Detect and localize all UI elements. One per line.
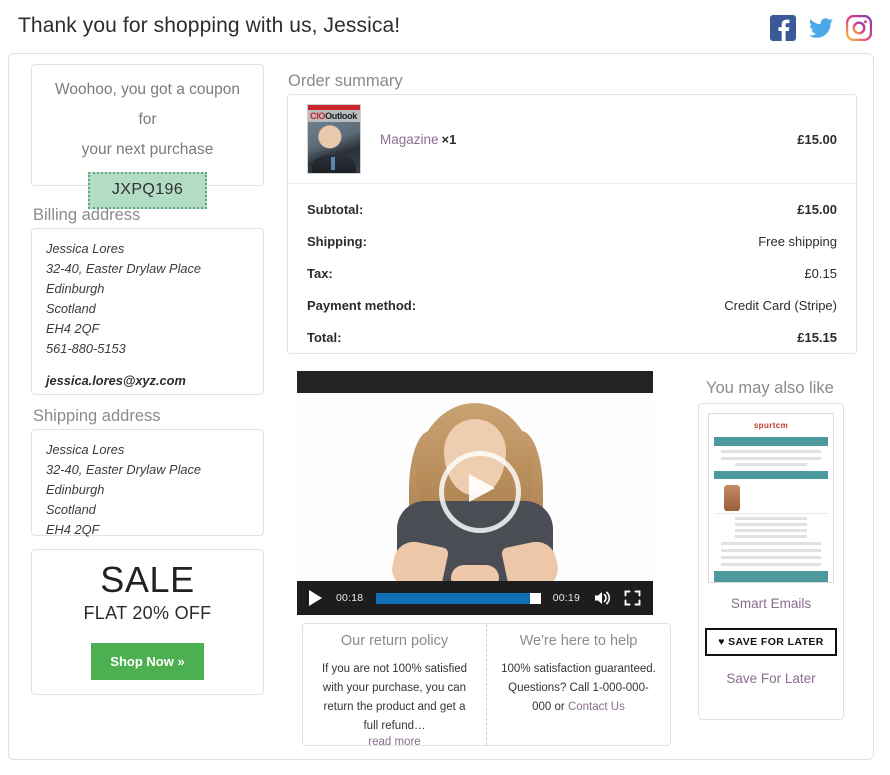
order-summary-title: Order summary xyxy=(288,72,403,90)
video-controls: 00:18 00:19 xyxy=(297,581,653,615)
summary-value: £15.15 xyxy=(797,329,837,345)
summary-label: Subtotal: xyxy=(307,201,364,217)
summary-value: £15.00 xyxy=(797,201,837,217)
you-may-also-like-title: You may also like xyxy=(706,379,834,397)
fullscreen-icon[interactable] xyxy=(624,590,641,606)
thumbnail-brand-logo: spurtcm xyxy=(753,421,789,430)
summary-row-shipping: Shipping: Free shipping xyxy=(288,225,856,257)
policy-card: Our return policy If you are not 100% sa… xyxy=(302,623,671,748)
video-progress-handle[interactable] xyxy=(529,592,541,604)
instagram-icon[interactable] xyxy=(846,15,872,41)
coupon-message-line1: Woohoo, you got a coupon for xyxy=(55,81,240,128)
receipt-page: Thank you for shopping with us, Jessica! xyxy=(0,0,890,775)
address-line: 561-880-5153 xyxy=(46,341,126,356)
billing-address-title: Billing address xyxy=(33,206,141,224)
return-policy-column: Our return policy If you are not 100% sa… xyxy=(303,624,486,748)
summary-value: Credit Card (Stripe) xyxy=(724,297,837,313)
save-for-later-button-label: SAVE FOR LATER xyxy=(728,636,824,648)
play-icon[interactable] xyxy=(309,590,322,606)
address-line: Edinburgh xyxy=(46,482,105,497)
twitter-icon[interactable] xyxy=(808,15,834,41)
help-heading: We're here to help xyxy=(519,633,638,649)
volume-icon[interactable] xyxy=(593,590,611,606)
address-line: 32-40, Easter Drylaw Place xyxy=(46,261,202,276)
social-links xyxy=(770,15,872,41)
address-line: Edinburgh xyxy=(46,281,105,296)
summary-row-total: Total: £15.15 xyxy=(288,321,856,353)
summary-row-subtotal: Subtotal: £15.00 xyxy=(288,193,856,225)
summary-row-tax: Tax: £0.15 xyxy=(288,257,856,289)
billing-email: jessica.lores@xyz.com xyxy=(46,373,186,388)
return-policy-body: If you are not 100% satisfied with your … xyxy=(321,663,468,732)
read-more-link[interactable]: read more xyxy=(317,736,472,748)
save-for-later-button[interactable]: ♥ SAVE FOR LATER xyxy=(705,628,837,656)
contact-us-link[interactable]: Contact Us xyxy=(568,701,625,713)
recommended-product-card: spurtcm Smart Emails ♥ SAVE FOR LATER Sa… xyxy=(698,403,844,720)
billing-address-card: Jessica Lores 32-40, Easter Drylaw Place… xyxy=(31,228,264,395)
video-player[interactable]: 00:18 00:19 xyxy=(297,371,653,615)
coupon-message: Woohoo, you got a coupon for your next p… xyxy=(32,65,263,165)
coupon-code[interactable]: JXPQ196 xyxy=(87,172,208,209)
video-letterbox xyxy=(297,371,653,393)
video-duration: 00:19 xyxy=(552,592,580,604)
help-column: We're here to help 100% satisfaction gua… xyxy=(486,624,670,745)
summary-row-payment-method: Payment method: Credit Card (Stripe) xyxy=(288,289,856,321)
heart-icon: ♥ xyxy=(718,636,725,648)
product-name-link[interactable]: Magazine xyxy=(380,132,439,147)
help-body: 100% satisfaction guaranteed. Questions?… xyxy=(501,660,656,717)
address-line: Jessica Lores xyxy=(46,442,125,457)
address-line: 32-40, Easter Drylaw Place xyxy=(46,462,202,477)
address-line: EH4 2QF xyxy=(46,522,100,537)
save-for-later-link[interactable]: Save For Later xyxy=(699,671,843,686)
summary-label: Tax: xyxy=(307,265,333,281)
product-quantity: ×1 xyxy=(441,131,457,147)
shop-now-button[interactable]: Shop Now » xyxy=(91,643,204,680)
video-progress-bar[interactable] xyxy=(376,592,541,604)
facebook-icon[interactable] xyxy=(770,15,796,41)
sale-promo-card: SALE FLAT 20% OFF Shop Now » xyxy=(31,549,264,695)
video-frame xyxy=(297,393,653,581)
return-policy-heading: Our return policy xyxy=(340,633,449,649)
video-current-time: 00:18 xyxy=(336,592,364,604)
order-summary-card: CIOOutlook Magazine ×1 £15.00 Subtotal: … xyxy=(287,94,857,354)
page-header: Thank you for shopping with us, Jessica! xyxy=(18,14,872,52)
sale-subline: FLAT 20% OFF xyxy=(83,603,212,623)
address-line: Jessica Lores xyxy=(46,241,125,256)
product-price: £15.00 xyxy=(797,131,837,147)
product-thumbnail[interactable]: CIOOutlook xyxy=(307,104,361,174)
coupon-card: Woohoo, you got a coupon for your next p… xyxy=(31,64,264,209)
shipping-address-card: Jessica Lores 32-40, Easter Drylaw Place… xyxy=(31,429,264,537)
summary-value: Free shipping xyxy=(758,233,837,249)
summary-value: £0.15 xyxy=(804,265,837,281)
video-progress-fill xyxy=(376,592,530,604)
summary-label: Payment method: xyxy=(307,297,417,313)
thumbnail-photo xyxy=(308,122,360,173)
sale-headline: SALE xyxy=(100,559,195,600)
summary-label: Shipping: xyxy=(307,233,367,249)
summary-label: Total: xyxy=(307,329,342,345)
address-line: Scotland xyxy=(46,301,96,316)
play-overlay-icon[interactable] xyxy=(439,451,521,533)
address-line: Scotland xyxy=(46,502,96,517)
recommended-product-name[interactable]: Smart Emails xyxy=(699,596,843,611)
shipping-address-title: Shipping address xyxy=(33,407,161,425)
order-line-item: CIOOutlook Magazine ×1 £15.00 xyxy=(288,95,856,184)
page-title: Thank you for shopping with us, Jessica! xyxy=(18,14,401,37)
coupon-message-line2: your next purchase xyxy=(81,141,214,158)
recommended-product-thumbnail[interactable]: spurtcm xyxy=(708,413,834,583)
thumbnail-masthead-outlook: Outlook xyxy=(325,111,358,121)
thumbnail-masthead-cio: CIO xyxy=(310,111,326,121)
address-line: EH4 2QF xyxy=(46,321,100,336)
